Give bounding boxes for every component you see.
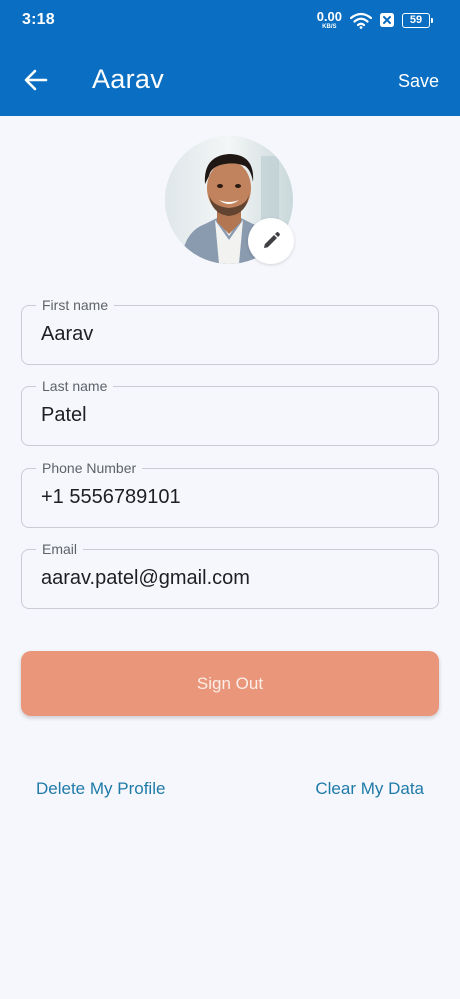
- save-button[interactable]: Save: [398, 71, 439, 92]
- network-speed: 0.00 KB/S: [317, 10, 342, 30]
- status-time: 3:18: [22, 11, 55, 28]
- blocked-notification-icon: [380, 13, 394, 27]
- first-name-label: First name: [36, 297, 115, 313]
- page-title: Aarav: [92, 64, 165, 94]
- clear-data-link[interactable]: Clear My Data: [315, 779, 424, 799]
- battery-icon: 59: [402, 12, 433, 28]
- network-speed-value: 0.00: [316, 9, 342, 24]
- sign-out-button[interactable]: Sign Out: [21, 651, 439, 716]
- phone-number-label: Phone Number: [36, 460, 143, 476]
- status-bar: 3:18 0.00 KB/S 59: [0, 0, 460, 42]
- first-name-input[interactable]: [41, 323, 421, 346]
- phone-number-input[interactable]: [41, 486, 421, 509]
- network-speed-unit: KB/S: [322, 24, 337, 30]
- last-name-label: Last name: [36, 378, 114, 394]
- last-name-input[interactable]: [41, 404, 421, 427]
- wifi-icon: [350, 12, 372, 29]
- first-name-field[interactable]: First name: [21, 297, 439, 365]
- status-icons: 0.00 KB/S 59: [317, 9, 433, 31]
- delete-profile-link[interactable]: Delete My Profile: [36, 779, 165, 799]
- battery-level: 59: [409, 13, 423, 26]
- arrow-left-icon: [24, 69, 48, 91]
- email-input[interactable]: [41, 567, 421, 590]
- email-field[interactable]: Email: [21, 541, 439, 609]
- pencil-icon: [264, 232, 280, 248]
- avatar-container: [165, 136, 294, 264]
- phone-number-field[interactable]: Phone Number: [21, 460, 439, 528]
- last-name-field[interactable]: Last name: [21, 378, 439, 446]
- email-label: Email: [36, 541, 84, 557]
- back-button[interactable]: [18, 62, 54, 98]
- app-bar: 3:18 0.00 KB/S 59 Aarav Save: [0, 0, 460, 116]
- edit-avatar-button[interactable]: [248, 218, 294, 264]
